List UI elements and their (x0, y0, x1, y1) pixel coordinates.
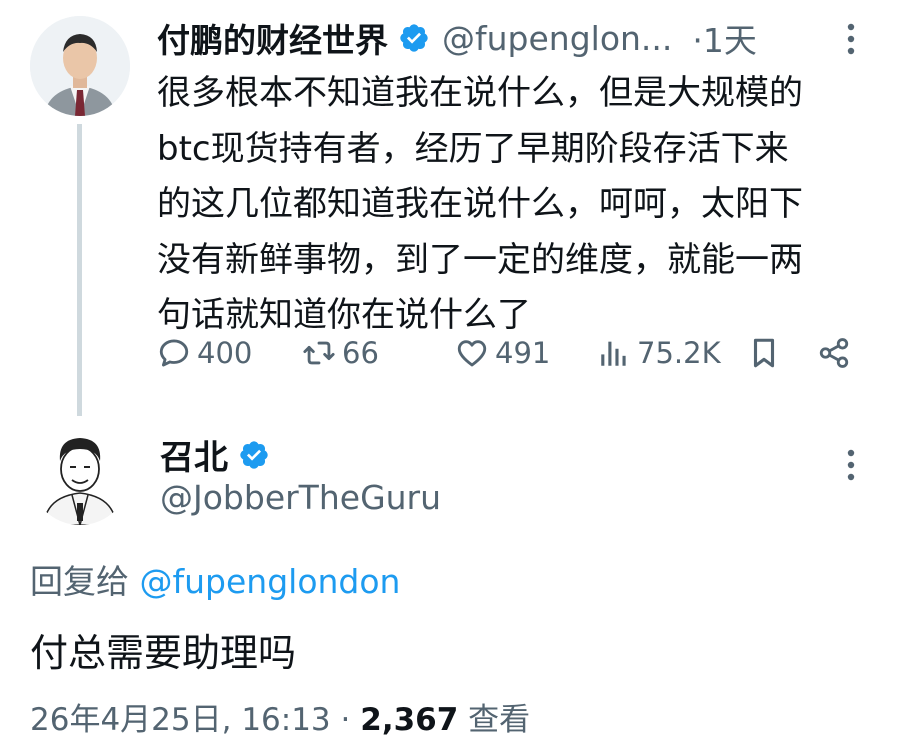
time-value: 1天 (702, 21, 757, 60)
bookmark-icon (753, 338, 775, 368)
retweet-button[interactable]: 66 (302, 330, 379, 376)
parent-tweet-header: 付鹏的财经世界 @fupenglon... ·1天 (157, 14, 757, 62)
tweet-text-line: 很多根本不知道我在说什么，但是大规模的 (157, 73, 803, 113)
more-options-icon[interactable] (842, 448, 860, 482)
reply-author-name-row: 召北 (160, 430, 270, 479)
meta-separator: · (340, 702, 351, 738)
like-button[interactable]: 491 (455, 330, 550, 376)
share-button[interactable] (817, 330, 851, 376)
replying-to: 回复给 @fupenglondon (30, 555, 400, 603)
parent-author-handle[interactable]: @fupenglon... (442, 19, 672, 58)
reply-icon (159, 339, 189, 367)
retweet-icon (303, 341, 335, 365)
tweet-date[interactable]: 26年4月25日, 16:13 (30, 702, 331, 738)
replying-to-mention-link[interactable]: @fupenglondon (140, 562, 401, 601)
view-count: 2,367 (360, 702, 459, 738)
replying-to-label: 回复给 (30, 562, 129, 601)
tweet-text-line: 的这几位都知道我在说什么，呵呵，太阳下 (157, 184, 803, 224)
reply-author-name[interactable]: 召北 (160, 430, 228, 479)
parent-tweet-time[interactable]: ·1天 (692, 14, 757, 62)
like-icon (457, 340, 487, 367)
view-label: 查看 (468, 702, 531, 738)
views-icon (601, 341, 626, 366)
verified-badge-icon (398, 22, 430, 54)
reply-button[interactable]: 400 (157, 330, 252, 376)
more-options-icon[interactable] (842, 22, 860, 56)
parent-author-avatar[interactable] (30, 16, 130, 116)
parent-tweet-text: 很多根本不知道我在说什么，但是大规模的 btc现货持有者，经历了早期阶段存活下来… (157, 66, 877, 344)
tweet-text-line: 没有新鲜事物，到了一定的维度，就能一两 (157, 239, 803, 280)
views-count: 75.2K (637, 336, 721, 370)
reply-tweet-text: 付总需要助理吗 (30, 631, 297, 675)
tweet-text-line: btc现货持有者，经历了早期阶段存活下来 (157, 128, 789, 169)
parent-author-name[interactable]: 付鹏的财经世界 (157, 14, 388, 62)
like-count: 491 (495, 336, 551, 370)
retweet-count: 66 (342, 336, 379, 370)
reply-author-avatar[interactable] (30, 425, 130, 525)
reply-author-handle[interactable]: @JobberTheGuru (160, 478, 441, 517)
share-icon (819, 338, 849, 368)
tweet-metadata: 26年4月25日, 16:13 · 2,367 查看 (30, 694, 530, 739)
views-button[interactable]: 75.2K (597, 330, 721, 376)
tweet-action-bar: 400 66 491 75.2K (157, 330, 857, 376)
verified-badge-icon (238, 439, 270, 471)
time-separator: · (692, 21, 703, 60)
thread-connector-line (77, 124, 82, 416)
bookmark-button[interactable] (747, 330, 781, 376)
reply-count: 400 (197, 336, 253, 370)
